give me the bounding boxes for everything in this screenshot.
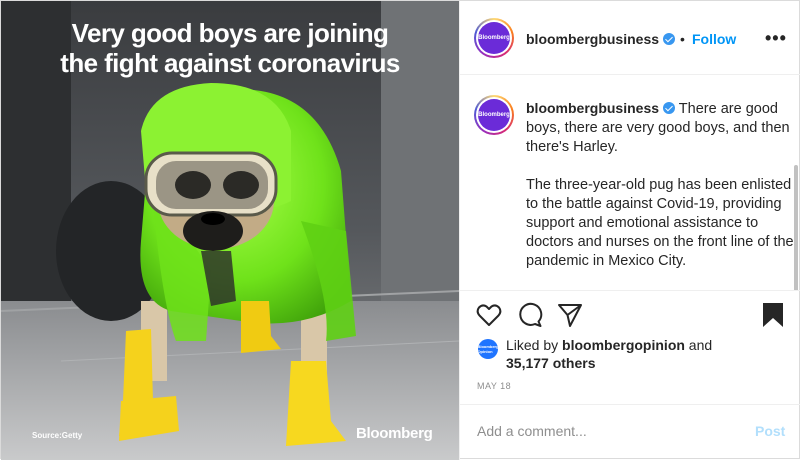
verified-icon — [663, 33, 676, 45]
instagram-post: Very good boys are joining the fight aga… — [0, 0, 800, 460]
caption-text: bloombergbusiness There are good boys, t… — [526, 99, 796, 290]
post-caption: Bloomberg bloombergbusiness There are go… — [460, 75, 800, 290]
comment-icon[interactable] — [517, 302, 543, 328]
avatar[interactable]: Bloomberg — [474, 18, 514, 58]
liker-avatar[interactable]: Bloomberg Opinion — [477, 339, 499, 359]
comment-input[interactable]: Add a comment... — [477, 423, 587, 439]
comment-form: Add a comment... Post — [460, 404, 800, 460]
caption-body: The three-year-old pug has been enlisted… — [526, 177, 794, 269]
caption-avatar-label: Bloomberg — [478, 99, 510, 131]
likes-prefix: Liked by — [506, 337, 563, 353]
caption-avatar[interactable]: Bloomberg — [474, 95, 514, 135]
header-separator: • — [680, 31, 685, 47]
avatar-label: Bloomberg — [478, 22, 510, 54]
post-header: Bloomberg bloombergbusiness • Follow ••• — [460, 1, 800, 75]
bookmark-icon[interactable] — [762, 302, 784, 328]
action-bar — [460, 290, 800, 342]
header-username-text[interactable]: bloombergbusiness — [526, 31, 659, 47]
caption-scrollbar[interactable] — [794, 165, 798, 290]
likes-summary: Bloomberg Opinion Liked by bloombergopin… — [460, 336, 800, 376]
likes-count[interactable]: 35,177 others — [506, 355, 596, 371]
post-comment-button[interactable]: Post — [755, 423, 785, 439]
caption-username[interactable]: bloombergbusiness — [526, 100, 659, 116]
share-icon[interactable] — [557, 302, 583, 328]
image-headline-line1: Very good boys are joining — [71, 18, 389, 48]
bloomberg-logo: Bloomberg — [356, 425, 433, 442]
image-headline-line2: the fight against coronavirus — [60, 48, 400, 78]
likes-suffix: and — [684, 337, 713, 353]
follow-button[interactable]: Follow — [692, 31, 736, 47]
post-details-panel: Bloomberg bloombergbusiness • Follow •••… — [459, 1, 800, 460]
verified-icon — [663, 102, 676, 114]
post-date[interactable]: MAY 18 — [477, 381, 511, 391]
header-username[interactable]: bloombergbusiness — [526, 31, 676, 47]
post-image[interactable]: Very good boys are joining the fight aga… — [1, 1, 459, 460]
liker-username[interactable]: bloombergopinion — [562, 337, 685, 353]
likes-line1: Liked by bloombergopinion and — [506, 337, 712, 353]
heart-icon[interactable] — [476, 303, 502, 327]
image-source: Source:Getty — [32, 431, 83, 440]
more-icon[interactable]: ••• — [765, 28, 787, 49]
